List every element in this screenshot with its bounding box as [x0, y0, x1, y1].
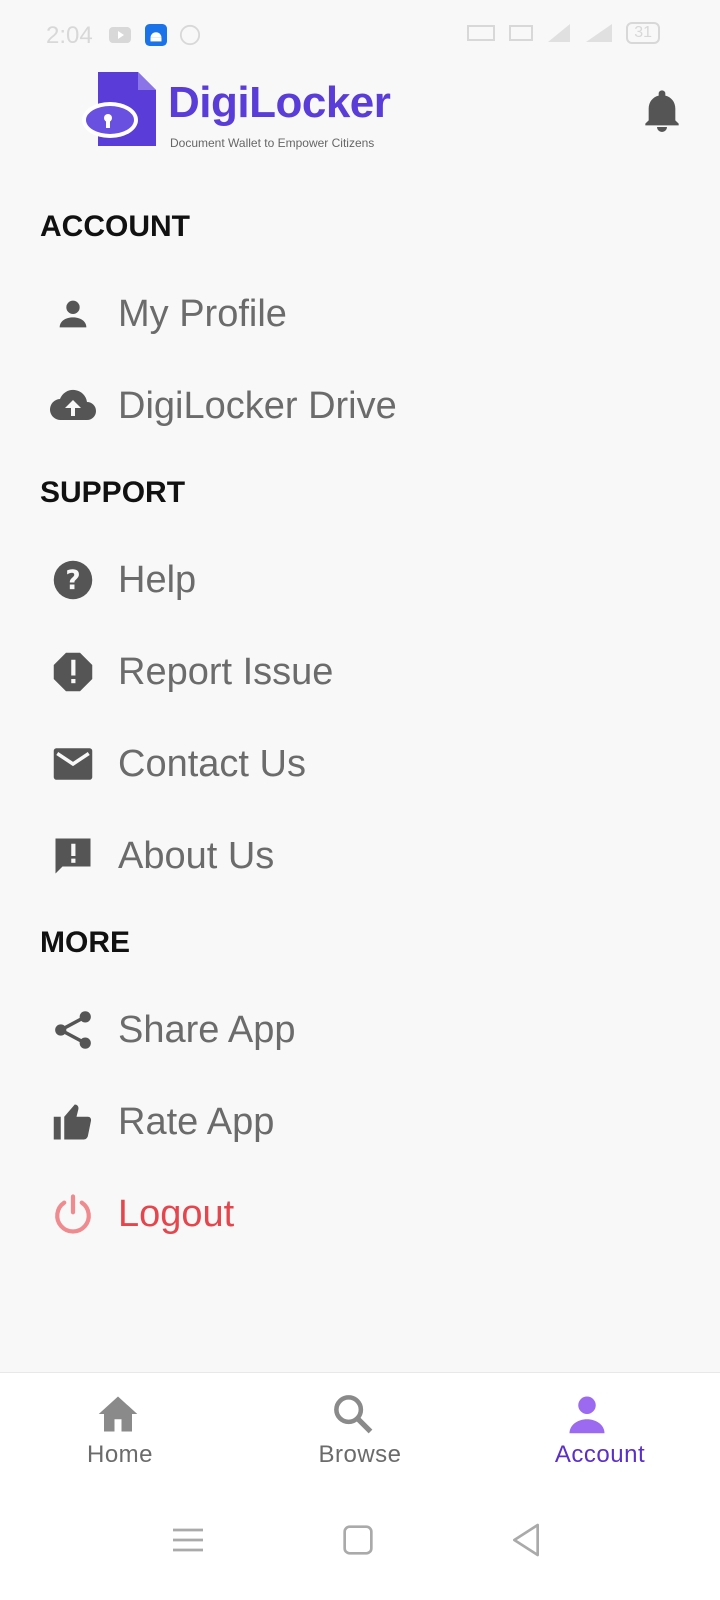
home-icon — [98, 1396, 138, 1432]
signal-icon — [548, 24, 571, 42]
report-icon — [48, 647, 98, 697]
search-icon — [334, 1395, 373, 1434]
menu-item-digilocker-drive[interactable]: DigiLocker Drive — [0, 364, 720, 448]
menu-label: Report Issue — [118, 650, 334, 693]
share-icon — [48, 1005, 98, 1055]
nav-home[interactable]: Home — [0, 1373, 240, 1493]
section-title-more: MORE — [40, 926, 130, 959]
cloud-upload-icon — [48, 381, 98, 431]
signal-icon-2 — [586, 24, 613, 42]
menu-item-help[interactable]: ? Help — [0, 538, 720, 622]
feedback-icon — [48, 831, 98, 881]
whatsapp-icon — [179, 24, 201, 46]
person-icon — [569, 1396, 605, 1434]
bottom-navigation: Home Browse Account — [0, 1372, 720, 1492]
menu-label: About Us — [118, 834, 275, 877]
back-triangle-icon[interactable] — [506, 1520, 546, 1560]
battery-indicator: 31 — [626, 22, 660, 44]
thumb-up-icon — [48, 1097, 98, 1147]
menu-label: Contact Us — [118, 742, 306, 785]
android-icon — [145, 24, 167, 46]
notification-bell-icon[interactable] — [642, 90, 682, 134]
app-header: DigiLocker Document Wallet to Empower Ci… — [0, 70, 720, 180]
menu-item-my-profile[interactable]: My Profile — [0, 272, 720, 356]
nav-browse[interactable]: Browse — [240, 1373, 480, 1493]
menu-label: My Profile — [118, 292, 287, 335]
svg-text:?: ? — [65, 566, 80, 596]
data-speed-icon — [467, 25, 496, 41]
home-square-icon[interactable] — [338, 1520, 378, 1560]
volte-icon — [509, 25, 534, 41]
status-time: 2:04 — [46, 22, 93, 49]
menu-label: Help — [118, 558, 197, 601]
recents-menu-icon[interactable] — [168, 1520, 208, 1560]
nav-label-browse: Browse — [318, 1441, 402, 1468]
mail-icon — [48, 739, 98, 789]
status-bar: 2:04 31 — [0, 0, 720, 70]
person-icon — [48, 289, 98, 339]
power-icon — [48, 1189, 98, 1239]
menu-label: Share App — [118, 1008, 296, 1051]
system-navigation-bar — [0, 1492, 720, 1600]
logo-mark-icon — [82, 72, 156, 146]
menu-item-rate-app[interactable]: Rate App — [0, 1080, 720, 1164]
help-circle-icon: ? — [48, 555, 98, 605]
brand-name: DigiLocker — [168, 78, 391, 127]
youtube-icon — [109, 27, 131, 43]
nav-account[interactable]: Account — [480, 1373, 720, 1493]
menu-item-share-app[interactable]: Share App — [0, 988, 720, 1072]
menu-label: Rate App — [118, 1100, 275, 1143]
digilocker-logo: DigiLocker Document Wallet to Empower Ci… — [80, 70, 391, 155]
menu-label: Logout — [118, 1192, 235, 1235]
menu-item-about-us[interactable]: About Us — [0, 814, 720, 898]
nav-label-home: Home — [86, 1441, 154, 1468]
menu-item-logout[interactable]: Logout — [0, 1172, 720, 1256]
section-title-support: SUPPORT — [40, 476, 186, 509]
menu-item-contact-us[interactable]: Contact Us — [0, 722, 720, 806]
section-title-account: ACCOUNT — [40, 210, 190, 243]
menu-item-report-issue[interactable]: Report Issue — [0, 630, 720, 714]
nav-label-account: Account — [554, 1441, 646, 1468]
menu-label: DigiLocker Drive — [118, 384, 397, 427]
status-indicators: 31 — [466, 22, 660, 44]
brand-tagline: Document Wallet to Empower Citizens — [170, 136, 375, 150]
